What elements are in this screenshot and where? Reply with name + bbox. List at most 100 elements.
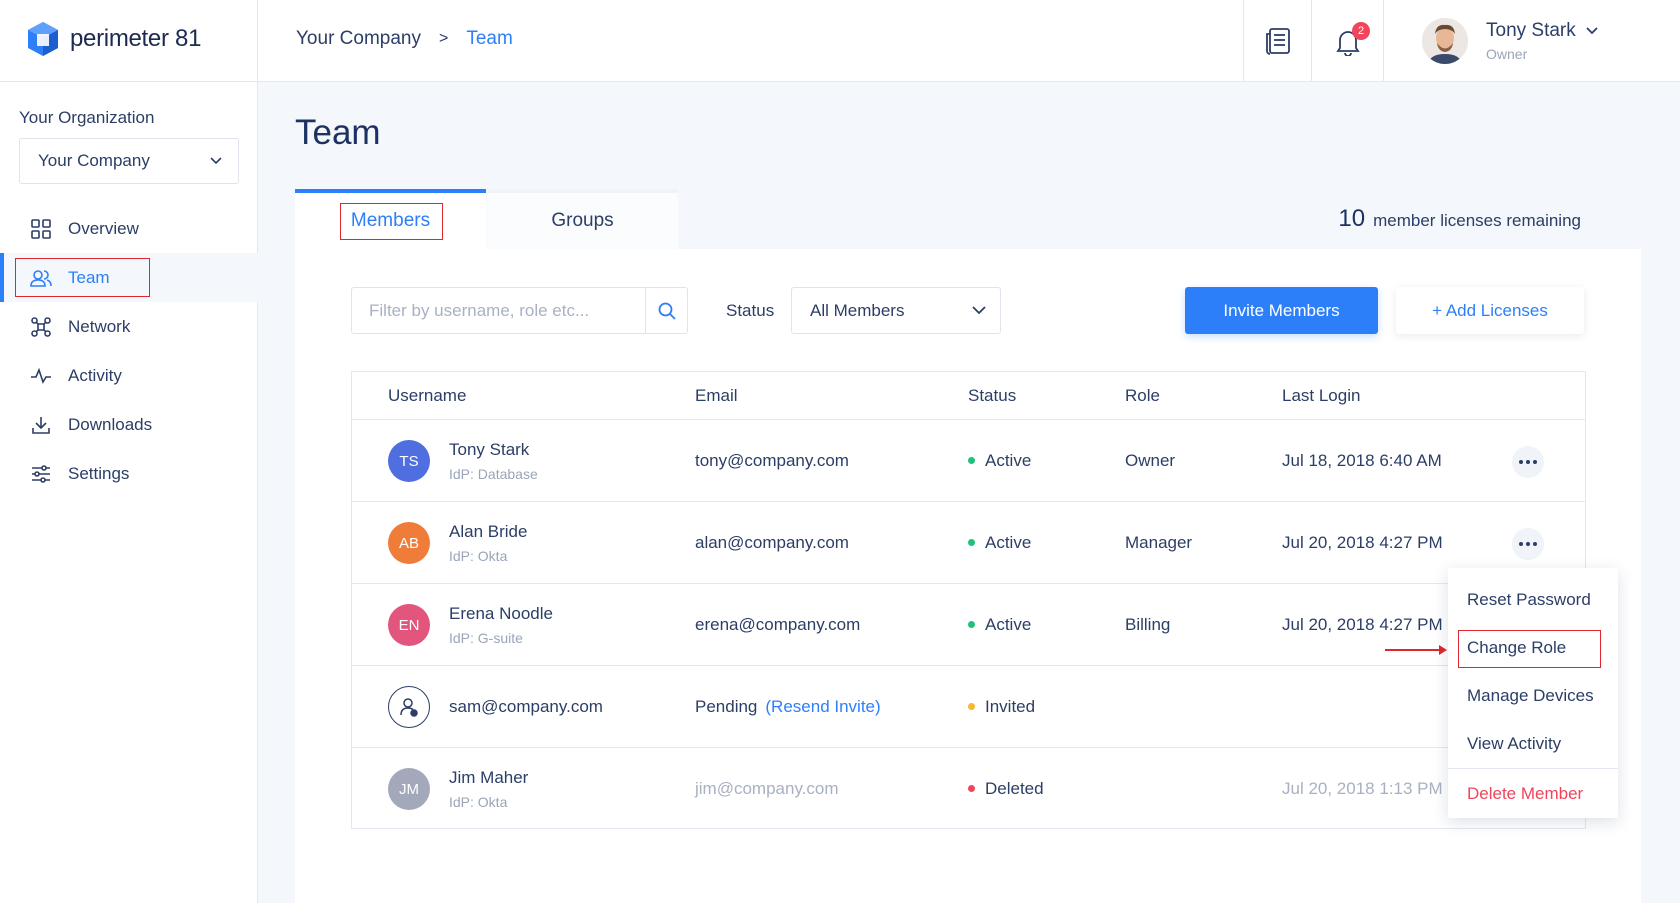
tab-label: Groups (551, 210, 614, 231)
status-cell: Invited (968, 697, 1035, 717)
org-select-value: Your Company (38, 151, 150, 170)
top-bar: perimeter 81 Your Company > Team 2 Tony … (0, 0, 1680, 82)
table-row[interactable]: AB Alan Bride IdP: Okta alan@company.com… (352, 502, 1585, 584)
members-card: Status All Members Invite Members + Add … (295, 249, 1641, 903)
menu-item-delete-member[interactable]: Delete Member (1448, 768, 1618, 818)
grid-icon (30, 218, 52, 240)
email: tony@company.com (695, 451, 849, 470)
header-divider (257, 0, 258, 82)
status-cell: Deleted (968, 779, 1044, 799)
org-select[interactable]: Your Company (19, 138, 239, 184)
highlight-box (1458, 630, 1601, 668)
filter-input[interactable] (352, 288, 645, 333)
chevron-down-icon (972, 306, 986, 315)
sidebar-item-network[interactable]: Network (0, 302, 258, 351)
status-dot (968, 539, 975, 547)
column-header-email[interactable]: Email (695, 386, 738, 406)
sidebar-nav: Overview Team Network Activity Downloads… (0, 204, 258, 498)
resend-invite-link[interactable]: (Resend Invite) (765, 697, 880, 716)
avatar: AB (388, 522, 430, 564)
breadcrumb-current: Team (466, 28, 513, 49)
menu-item-view-activity[interactable]: View Activity (1448, 720, 1618, 768)
add-licenses-button[interactable]: + Add Licenses (1396, 287, 1584, 334)
sliders-icon (30, 463, 52, 485)
user-role: Owner (1486, 46, 1528, 62)
highlight-box (340, 203, 443, 240)
sidebar-item-label: Settings (68, 463, 130, 483)
download-icon (30, 414, 52, 436)
status-text: Invited (985, 697, 1036, 716)
more-options-button[interactable] (1512, 528, 1544, 560)
status-text: Active (985, 533, 1032, 552)
status-dot (968, 621, 975, 629)
avatar: TS (388, 440, 430, 482)
row-actions-menu: Reset Password Change Role Manage Device… (1448, 568, 1618, 818)
column-header-role[interactable]: Role (1125, 386, 1160, 406)
email: alan@company.com (695, 533, 849, 552)
status-dot (968, 785, 975, 793)
network-icon (30, 316, 52, 338)
sidebar-item-activity[interactable]: Activity (0, 351, 258, 400)
tab-members[interactable]: Members (295, 189, 486, 249)
idp-label: IdP: Database (449, 466, 538, 482)
sidebar-item-label: Overview (68, 218, 139, 238)
username: Tony Stark (449, 440, 530, 459)
last-login: Jul 18, 2018 6:40 AM (1282, 451, 1442, 470)
tab-groups[interactable]: Groups (487, 189, 678, 249)
logo-cube-icon (28, 22, 58, 56)
status-select[interactable]: All Members (791, 287, 1001, 334)
last-login: Jul 20, 2018 4:27 PM (1282, 615, 1443, 634)
email: jim@company.com (695, 779, 839, 798)
chevron-down-icon (1586, 27, 1598, 35)
status-text: Active (985, 451, 1032, 470)
pulse-icon (30, 365, 52, 387)
user-name: Tony Stark (1486, 20, 1576, 41)
status-filter-label: Status (726, 301, 775, 320)
news-button[interactable] (1243, 0, 1311, 82)
status-dot (968, 703, 975, 711)
chevron-down-icon (210, 157, 222, 165)
logo[interactable]: perimeter 81 (26, 20, 201, 58)
org-label: Your Organization (19, 108, 155, 127)
highlight-box (15, 258, 150, 297)
licenses-count: 10 (1338, 205, 1366, 232)
filter-box (351, 287, 688, 334)
menu-item-manage-devices[interactable]: Manage Devices (1448, 672, 1618, 720)
search-icon (658, 302, 676, 320)
column-header-username[interactable]: Username (388, 386, 466, 406)
menu-item-change-role[interactable]: Change Role (1448, 624, 1618, 672)
invite-members-button[interactable]: Invite Members (1185, 287, 1378, 334)
breadcrumb-root[interactable]: Your Company (296, 28, 421, 50)
sidebar-item-team[interactable]: Team (0, 253, 258, 302)
table-row[interactable]: EN Erena Noodle IdP: G-suite erena@compa… (352, 584, 1585, 666)
sidebar-item-overview[interactable]: Overview (0, 204, 258, 253)
sidebar-item-label: Network (68, 316, 131, 336)
status-select-value: All Members (810, 300, 905, 320)
last-login: Jul 20, 2018 4:27 PM (1282, 533, 1443, 552)
licenses-text: member licenses remaining (1373, 211, 1581, 230)
menu-item-reset-password[interactable]: Reset Password (1448, 576, 1618, 624)
table-row[interactable]: JM Jim Maher IdP: Okta jim@company.com D… (352, 748, 1585, 830)
sidebar-item-downloads[interactable]: Downloads (0, 400, 258, 449)
notification-badge: 2 (1352, 22, 1370, 40)
table-header: Username Email Status Role Last Login (352, 372, 1585, 420)
table-row[interactable]: TS Tony Stark IdP: Database tony@company… (352, 420, 1585, 502)
column-header-status[interactable]: Status (968, 386, 1016, 406)
more-options-button[interactable] (1512, 446, 1544, 478)
sidebar-item-settings[interactable]: Settings (0, 449, 258, 498)
search-button[interactable] (645, 288, 687, 333)
status-text: Deleted (985, 779, 1044, 798)
username: Alan Bride (449, 522, 528, 541)
username: Erena Noodle (449, 604, 553, 623)
role: Manager (1125, 533, 1193, 552)
table-row[interactable]: sam@company.com Pending (Resend Invite) I… (352, 666, 1585, 748)
licenses-remaining: 10 member licenses remaining (1338, 205, 1581, 233)
avatar (1422, 18, 1468, 64)
status-cell: Active (968, 451, 1031, 471)
notifications-button[interactable]: 2 (1311, 0, 1383, 82)
pending-text: Pending (695, 697, 758, 716)
status-cell: Active (968, 615, 1031, 635)
user-menu[interactable]: Tony Stark Owner (1383, 0, 1680, 82)
role: Owner (1125, 451, 1176, 470)
column-header-last-login[interactable]: Last Login (1282, 386, 1360, 406)
